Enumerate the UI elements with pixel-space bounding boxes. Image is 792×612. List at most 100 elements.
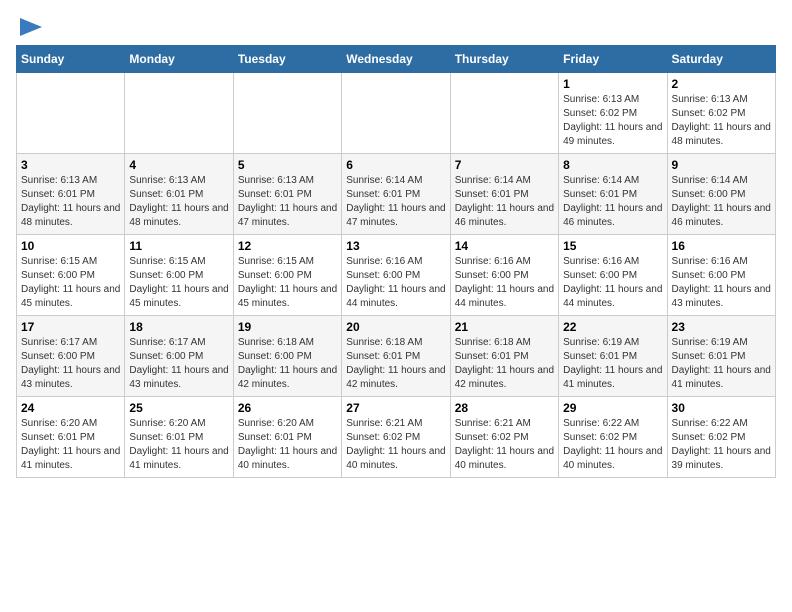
day-cell: 9 Sunrise: 6:14 AM Sunset: 6:00 PM Daylig…	[667, 154, 775, 235]
day-number: 11	[129, 239, 228, 253]
day-cell	[342, 73, 450, 154]
day-number: 28	[455, 401, 554, 415]
day-number: 13	[346, 239, 445, 253]
day-cell: 14Sunrise: 6:16 AM Sunset: 6:00 PM Dayli…	[450, 235, 558, 316]
day-cell: 8 Sunrise: 6:14 AM Sunset: 6:01 PM Daylig…	[559, 154, 667, 235]
day-cell: 1 Sunrise: 6:13 AM Sunset: 6:02 PM Daylig…	[559, 73, 667, 154]
day-cell: 17 Sunrise: 6:17 AM Sunset: 6:00 PM Dayli…	[17, 316, 125, 397]
day-number: 3	[21, 158, 120, 172]
col-header-sunday: Sunday	[17, 46, 125, 73]
day-number: 9	[672, 158, 771, 172]
day-cell: 2Sunrise: 6:13 AM Sunset: 6:02 PM Daylig…	[667, 73, 775, 154]
day-number: 30	[672, 401, 771, 415]
week-row-3: 10 Sunrise: 6:15 AM Sunset: 6:00 PM Dayli…	[17, 235, 776, 316]
day-info: Sunrise: 6:18 AM Sunset: 6:01 PM Dayligh…	[346, 336, 445, 392]
col-header-saturday: Saturday	[667, 46, 775, 73]
day-number: 24	[21, 401, 120, 415]
day-number: 18	[129, 320, 228, 334]
col-header-monday: Monday	[125, 46, 233, 73]
day-info: Sunrise: 6:16 AM Sunset: 6:00 PM Dayligh…	[672, 255, 771, 311]
day-info: Sunrise: 6:14 AM Sunset: 6:01 PM Dayligh…	[455, 174, 554, 230]
day-cell: 20Sunrise: 6:18 AM Sunset: 6:01 PM Dayli…	[342, 316, 450, 397]
week-row-1: 1 Sunrise: 6:13 AM Sunset: 6:02 PM Daylig…	[17, 73, 776, 154]
day-cell: 13 Sunrise: 6:16 AM Sunset: 6:00 PM Dayli…	[342, 235, 450, 316]
day-info: Sunrise: 6:20 AM Sunset: 6:01 PM Dayligh…	[129, 417, 228, 473]
day-cell: 23 Sunrise: 6:19 AM Sunset: 6:01 PM Dayli…	[667, 316, 775, 397]
day-number: 5	[238, 158, 337, 172]
day-number: 8	[563, 158, 662, 172]
day-number: 26	[238, 401, 337, 415]
day-cell: 21 Sunrise: 6:18 AM Sunset: 6:01 PM Dayli…	[450, 316, 558, 397]
day-info: Sunrise: 6:13 AM Sunset: 6:02 PM Dayligh…	[672, 93, 771, 149]
day-cell: 5Sunrise: 6:13 AM Sunset: 6:01 PM Daylig…	[233, 154, 341, 235]
day-cell: 26 Sunrise: 6:20 AM Sunset: 6:01 PM Dayli…	[233, 397, 341, 478]
day-info: Sunrise: 6:21 AM Sunset: 6:02 PM Dayligh…	[346, 417, 445, 473]
day-number: 12	[238, 239, 337, 253]
day-number: 1	[563, 77, 662, 91]
day-cell: 28 Sunrise: 6:21 AM Sunset: 6:02 PM Dayli…	[450, 397, 558, 478]
day-info: Sunrise: 6:18 AM Sunset: 6:01 PM Dayligh…	[455, 336, 554, 392]
col-header-wednesday: Wednesday	[342, 46, 450, 73]
calendar-table: SundayMondayTuesdayWednesdayThursdayFrid…	[16, 45, 776, 478]
day-info: Sunrise: 6:13 AM Sunset: 6:01 PM Dayligh…	[21, 174, 120, 230]
day-info: Sunrise: 6:19 AM Sunset: 6:01 PM Dayligh…	[563, 336, 662, 392]
day-cell: 15Sunrise: 6:16 AM Sunset: 6:00 PM Dayli…	[559, 235, 667, 316]
day-info: Sunrise: 6:14 AM Sunset: 6:01 PM Dayligh…	[346, 174, 445, 230]
day-info: Sunrise: 6:15 AM Sunset: 6:00 PM Dayligh…	[21, 255, 120, 311]
day-info: Sunrise: 6:20 AM Sunset: 6:01 PM Dayligh…	[21, 417, 120, 473]
day-number: 10	[21, 239, 120, 253]
day-info: Sunrise: 6:20 AM Sunset: 6:01 PM Dayligh…	[238, 417, 337, 473]
calendar-header: SundayMondayTuesdayWednesdayThursdayFrid…	[17, 46, 776, 73]
day-number: 23	[672, 320, 771, 334]
col-header-thursday: Thursday	[450, 46, 558, 73]
day-info: Sunrise: 6:17 AM Sunset: 6:00 PM Dayligh…	[129, 336, 228, 392]
day-info: Sunrise: 6:16 AM Sunset: 6:00 PM Dayligh…	[455, 255, 554, 311]
day-cell: 3 Sunrise: 6:13 AM Sunset: 6:01 PM Daylig…	[17, 154, 125, 235]
day-number: 25	[129, 401, 228, 415]
day-cell: 11 Sunrise: 6:15 AM Sunset: 6:00 PM Dayli…	[125, 235, 233, 316]
day-info: Sunrise: 6:17 AM Sunset: 6:00 PM Dayligh…	[21, 336, 120, 392]
day-info: Sunrise: 6:16 AM Sunset: 6:00 PM Dayligh…	[346, 255, 445, 311]
week-row-5: 24 Sunrise: 6:20 AM Sunset: 6:01 PM Dayli…	[17, 397, 776, 478]
day-info: Sunrise: 6:13 AM Sunset: 6:01 PM Dayligh…	[129, 174, 228, 230]
day-number: 22	[563, 320, 662, 334]
day-cell: 30Sunrise: 6:22 AM Sunset: 6:02 PM Dayli…	[667, 397, 775, 478]
day-cell	[17, 73, 125, 154]
day-info: Sunrise: 6:19 AM Sunset: 6:01 PM Dayligh…	[672, 336, 771, 392]
day-info: Sunrise: 6:16 AM Sunset: 6:00 PM Dayligh…	[563, 255, 662, 311]
day-info: Sunrise: 6:14 AM Sunset: 6:00 PM Dayligh…	[672, 174, 771, 230]
day-cell: 4Sunrise: 6:13 AM Sunset: 6:01 PM Daylig…	[125, 154, 233, 235]
day-cell: 19 Sunrise: 6:18 AM Sunset: 6:00 PM Dayli…	[233, 316, 341, 397]
day-number: 29	[563, 401, 662, 415]
day-number: 27	[346, 401, 445, 415]
day-cell: 29 Sunrise: 6:22 AM Sunset: 6:02 PM Dayli…	[559, 397, 667, 478]
day-cell: 16 Sunrise: 6:16 AM Sunset: 6:00 PM Dayli…	[667, 235, 775, 316]
day-number: 17	[21, 320, 120, 334]
day-cell	[125, 73, 233, 154]
col-header-friday: Friday	[559, 46, 667, 73]
day-cell: 25 Sunrise: 6:20 AM Sunset: 6:01 PM Dayli…	[125, 397, 233, 478]
day-number: 6	[346, 158, 445, 172]
day-cell	[233, 73, 341, 154]
day-info: Sunrise: 6:22 AM Sunset: 6:02 PM Dayligh…	[563, 417, 662, 473]
day-cell: 22 Sunrise: 6:19 AM Sunset: 6:01 PM Dayli…	[559, 316, 667, 397]
day-info: Sunrise: 6:14 AM Sunset: 6:01 PM Dayligh…	[563, 174, 662, 230]
week-row-4: 17 Sunrise: 6:17 AM Sunset: 6:00 PM Dayli…	[17, 316, 776, 397]
day-number: 21	[455, 320, 554, 334]
day-cell	[450, 73, 558, 154]
day-cell: 7Sunrise: 6:14 AM Sunset: 6:01 PM Daylig…	[450, 154, 558, 235]
logo	[16, 16, 42, 37]
day-cell: 12 Sunrise: 6:15 AM Sunset: 6:00 PM Dayli…	[233, 235, 341, 316]
day-number: 16	[672, 239, 771, 253]
week-row-2: 3 Sunrise: 6:13 AM Sunset: 6:01 PM Daylig…	[17, 154, 776, 235]
day-info: Sunrise: 6:15 AM Sunset: 6:00 PM Dayligh…	[129, 255, 228, 311]
page-header	[16, 16, 776, 37]
day-cell: 10 Sunrise: 6:15 AM Sunset: 6:00 PM Dayli…	[17, 235, 125, 316]
day-info: Sunrise: 6:15 AM Sunset: 6:00 PM Dayligh…	[238, 255, 337, 311]
day-info: Sunrise: 6:18 AM Sunset: 6:00 PM Dayligh…	[238, 336, 337, 392]
day-cell: 27 Sunrise: 6:21 AM Sunset: 6:02 PM Dayli…	[342, 397, 450, 478]
day-info: Sunrise: 6:13 AM Sunset: 6:02 PM Dayligh…	[563, 93, 662, 149]
logo-arrow-icon	[20, 18, 42, 36]
day-number: 19	[238, 320, 337, 334]
day-info: Sunrise: 6:21 AM Sunset: 6:02 PM Dayligh…	[455, 417, 554, 473]
